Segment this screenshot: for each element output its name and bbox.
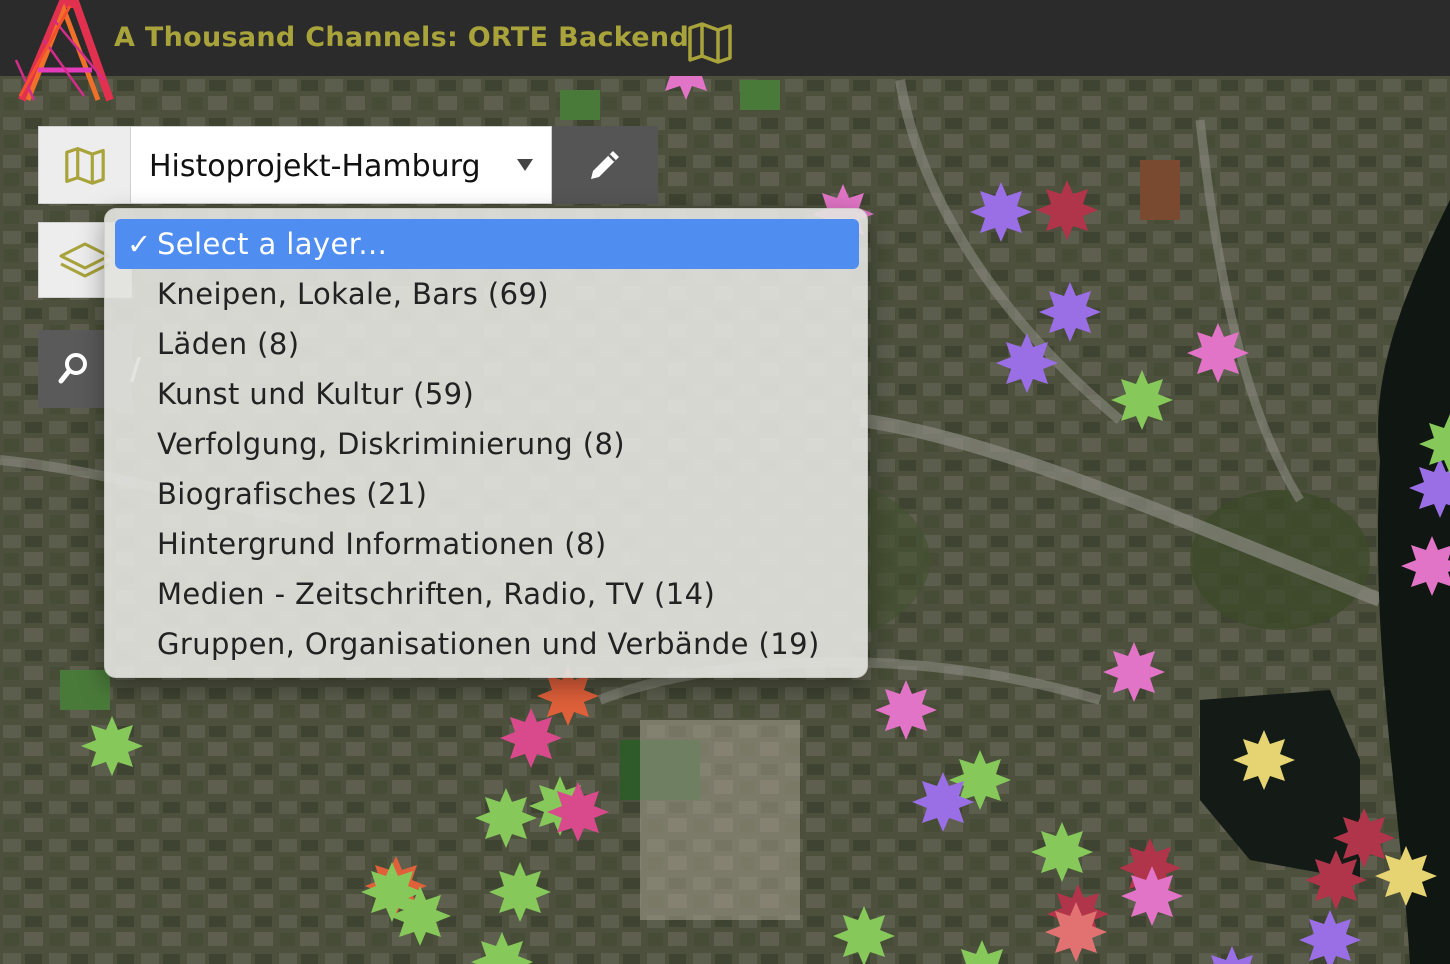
top-navigation-bar: A Thousand Channels: ORTE Backend xyxy=(0,0,1450,76)
layer-option[interactable]: Kunst und Kultur (59) xyxy=(115,369,859,419)
layer-option[interactable]: ✓ Select a layer... xyxy=(115,219,859,269)
map-icon xyxy=(65,147,105,185)
search-icon xyxy=(58,353,87,384)
layer-dropdown-menu[interactable]: ✓ Select a layer... Kneipen, Lokale, Bar… xyxy=(104,208,868,678)
app-logo[interactable] xyxy=(14,0,114,104)
layer-option[interactable]: Verfolgung, Diskriminierung (8) xyxy=(115,419,859,469)
layer-option[interactable]: Läden (8) xyxy=(115,319,859,369)
map-select[interactable]: Histoprojekt-Hamburg xyxy=(130,126,552,204)
layer-option[interactable]: Kneipen, Lokale, Bars (69) xyxy=(115,269,859,319)
map-selector-button[interactable] xyxy=(38,126,132,204)
checkmark-icon: ✓ xyxy=(127,227,152,261)
layer-option[interactable]: Biografisches (21) xyxy=(115,469,859,519)
layer-option[interactable]: Gruppen, Organisationen und Verbände (19… xyxy=(115,619,859,669)
layer-option[interactable]: Medien - Zeitschriften, Radio, TV (14) xyxy=(115,569,859,619)
pencil-icon xyxy=(591,151,619,179)
edit-map-button[interactable] xyxy=(552,126,658,204)
map-select-value: Histoprojekt-Hamburg xyxy=(149,149,481,184)
map-icon xyxy=(688,22,732,64)
chevron-down-icon xyxy=(517,159,533,171)
layer-option[interactable]: Hintergrund Informationen (8) xyxy=(115,519,859,569)
app-title: A Thousand Channels: ORTE Backend xyxy=(114,22,690,53)
